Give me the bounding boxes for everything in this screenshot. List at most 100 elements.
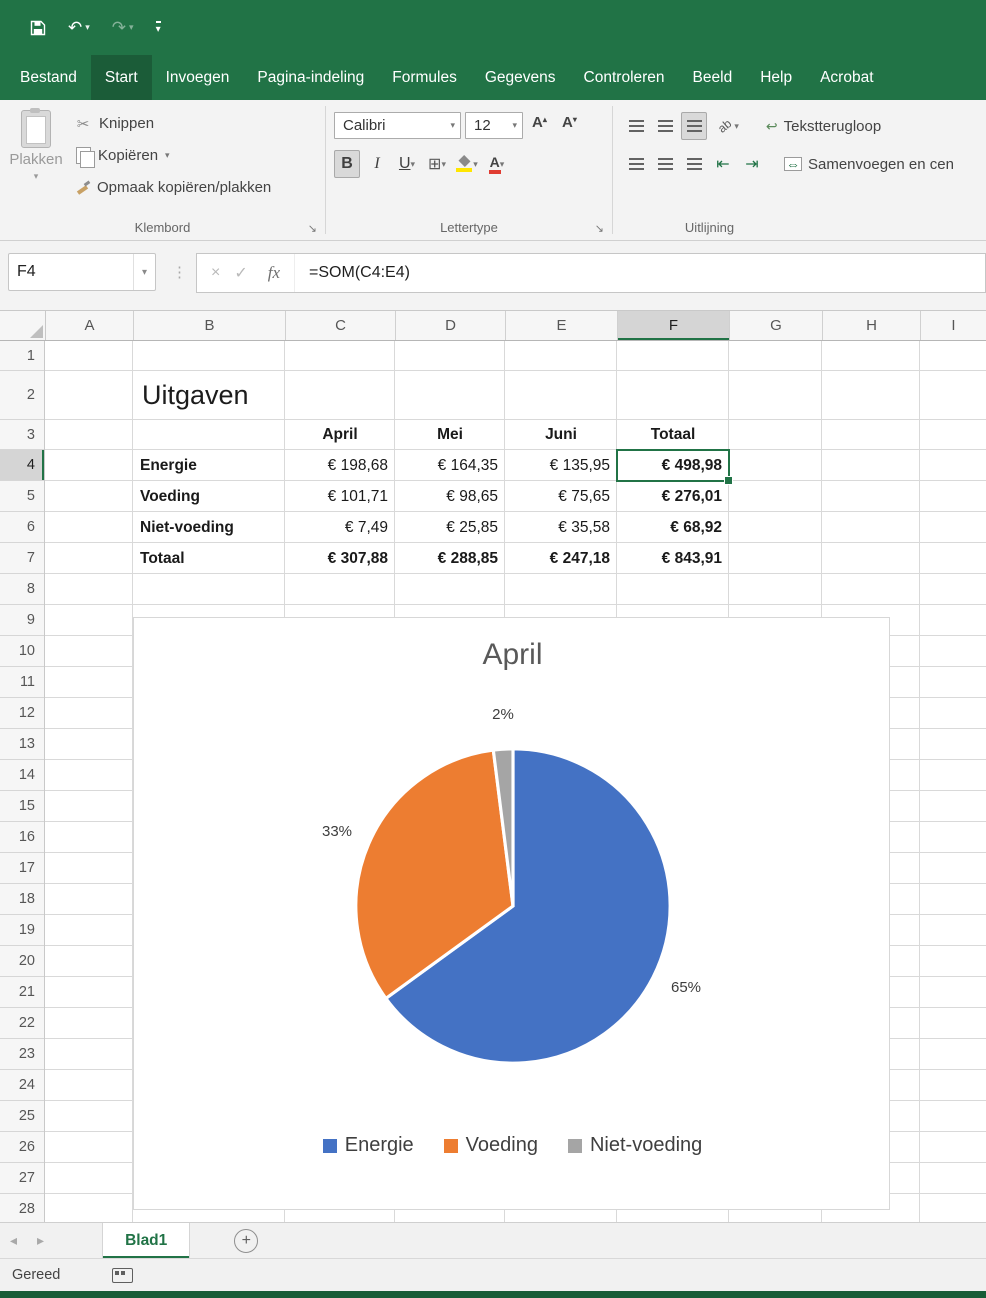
cell-C3[interactable]: April <box>285 420 395 450</box>
cells-area[interactable]: Uitgaven April Mei Juni Totaal Energie € 198,6… <box>45 341 986 1222</box>
cell-C7[interactable]: € 307,88 <box>285 543 395 574</box>
underline-button[interactable]: U ▾ <box>394 150 420 178</box>
macro-record-icon[interactable] <box>112 1267 134 1283</box>
dialog-launcher-icon[interactable]: ↘ <box>595 222 604 235</box>
insert-function-icon[interactable]: fx <box>262 263 294 283</box>
align-center-button[interactable] <box>652 150 678 178</box>
cell-F3[interactable]: Totaal <box>617 420 729 450</box>
cell-C4[interactable]: € 198,68 <box>285 450 395 481</box>
ribbon-tab[interactable]: Beeld <box>679 55 747 100</box>
align-middle-button[interactable] <box>652 112 678 140</box>
ribbon-tab[interactable]: Acrobat <box>806 55 887 100</box>
cell-D4[interactable]: € 164,35 <box>395 450 505 481</box>
row-header-27[interactable]: 27 <box>0 1163 44 1194</box>
column-header-G[interactable]: G <box>730 311 823 340</box>
undo-button[interactable]: ↶ ▾ <box>68 19 90 36</box>
column-header-B[interactable]: B <box>134 311 286 340</box>
cell-E4[interactable]: € 135,95 <box>505 450 617 481</box>
cell-D3[interactable]: Mei <box>395 420 505 450</box>
ribbon-tab[interactable]: Pagina-indeling <box>243 55 378 100</box>
decrease-indent-button[interactable]: ⇤ <box>710 150 736 178</box>
shrink-font-button[interactable]: A ▾ <box>562 114 577 131</box>
copy-button[interactable]: Kopiëren ▾ <box>74 142 271 169</box>
row-header-12[interactable]: 12 <box>0 698 44 729</box>
sheet-nav-prev-icon[interactable]: ◂ <box>0 1223 27 1258</box>
redo-button[interactable]: ↷ ▾ <box>112 19 134 36</box>
cancel-entry-icon[interactable]: × <box>197 264 234 282</box>
row-header-21[interactable]: 21 <box>0 977 44 1008</box>
align-bottom-button[interactable] <box>681 112 707 140</box>
row-header-20[interactable]: 20 <box>0 946 44 977</box>
row-header-28[interactable]: 28 <box>0 1194 44 1222</box>
row-header-8[interactable]: 8 <box>0 574 44 605</box>
merge-center-button[interactable]: ⇔ Samenvoegen en cen <box>784 156 954 173</box>
cell-B6[interactable]: Niet-voeding <box>133 512 285 543</box>
row-header-11[interactable]: 11 <box>0 667 44 698</box>
column-header-C[interactable]: C <box>286 311 396 340</box>
sheet-nav-next-icon[interactable]: ▸ <box>27 1223 54 1258</box>
font-size-combo[interactable]: 12 ▾ <box>465 112 523 139</box>
column-header-I[interactable]: I <box>921 311 986 340</box>
row-header-10[interactable]: 10 <box>0 636 44 667</box>
cell-F6[interactable]: € 68,92 <box>617 512 729 543</box>
legend-item-voeding[interactable]: Voeding <box>443 1134 538 1157</box>
cell-D7[interactable]: € 288,85 <box>395 543 505 574</box>
row-header-23[interactable]: 23 <box>0 1039 44 1070</box>
formula-bar-resizer[interactable]: ⋮ <box>172 263 187 281</box>
cell-F4[interactable]: € 498,98 <box>617 450 729 481</box>
name-box[interactable]: F4 ▾ <box>8 253 156 291</box>
cell-D6[interactable]: € 25,85 <box>395 512 505 543</box>
ribbon-tab[interactable]: Formules <box>378 55 471 100</box>
ribbon-tab[interactable]: Invoegen <box>152 55 244 100</box>
cut-button[interactable]: ✂ Knippen <box>74 110 271 137</box>
cell-B5[interactable]: Voeding <box>133 481 285 512</box>
cell-C6[interactable]: € 7,49 <box>285 512 395 543</box>
cell-F7[interactable]: € 843,91 <box>617 543 729 574</box>
grow-font-button[interactable]: A ▴ <box>532 114 547 131</box>
ribbon-tab[interactable]: Controleren <box>570 55 679 100</box>
row-header-15[interactable]: 15 <box>0 791 44 822</box>
ribbon-tab[interactable]: Start <box>90 55 152 100</box>
format-painter-button[interactable]: Opmaak kopiëren/plakken <box>74 174 271 201</box>
legend-item-energie[interactable]: Energie <box>322 1134 414 1157</box>
legend-item-niet-voeding[interactable]: Niet-voeding <box>567 1134 702 1157</box>
row-header-24[interactable]: 24 <box>0 1070 44 1101</box>
sheet-tab-blad1[interactable]: Blad1 <box>102 1223 191 1258</box>
column-header-F[interactable]: F <box>618 311 730 340</box>
confirm-entry-icon[interactable]: ✓ <box>234 263 261 283</box>
row-header-7[interactable]: 7 <box>0 543 44 574</box>
row-header-14[interactable]: 14 <box>0 760 44 791</box>
row-header-6[interactable]: 6 <box>0 512 44 543</box>
wrap-text-button[interactable]: ↩ Tekstterugloop <box>766 118 881 135</box>
paste-button[interactable]: Plakken ▾ <box>6 108 66 210</box>
row-header-1[interactable]: 1 <box>0 341 44 371</box>
cell-E3[interactable]: Juni <box>505 420 617 450</box>
font-color-button[interactable]: A ▾ <box>484 150 510 178</box>
row-header-17[interactable]: 17 <box>0 853 44 884</box>
row-header-3[interactable]: 3 <box>0 420 44 450</box>
row-header-2[interactable]: 2 <box>0 371 44 420</box>
align-top-button[interactable] <box>623 112 649 140</box>
formula-input[interactable]: × ✓ fx =SOM(C4:E4) <box>196 253 986 293</box>
row-header-4[interactable]: 4 <box>0 450 44 481</box>
cell-E7[interactable]: € 247,18 <box>505 543 617 574</box>
borders-button[interactable]: ⊞ ▾ <box>424 150 450 178</box>
increase-indent-button[interactable]: ⇥ <box>739 150 765 178</box>
cell-C5[interactable]: € 101,71 <box>285 481 395 512</box>
cell-B7[interactable]: Totaal <box>133 543 285 574</box>
cell-B2[interactable]: Uitgaven <box>133 371 285 420</box>
row-header-18[interactable]: 18 <box>0 884 44 915</box>
row-header-9[interactable]: 9 <box>0 605 44 636</box>
column-header-A[interactable]: A <box>46 311 134 340</box>
ribbon-tab[interactable]: Gegevens <box>471 55 570 100</box>
save-button[interactable] <box>30 20 46 36</box>
customize-quick-access-button[interactable]: ▾ <box>155 20 161 35</box>
cell-E5[interactable]: € 75,65 <box>505 481 617 512</box>
font-name-combo[interactable]: Calibri ▾ <box>334 112 461 139</box>
row-header-19[interactable]: 19 <box>0 915 44 946</box>
row-header-16[interactable]: 16 <box>0 822 44 853</box>
row-header-26[interactable]: 26 <box>0 1132 44 1163</box>
bold-button[interactable]: B <box>334 150 360 178</box>
orientation-button[interactable]: ab ▾ <box>715 116 739 135</box>
ribbon-tab[interactable]: Help <box>746 55 806 100</box>
